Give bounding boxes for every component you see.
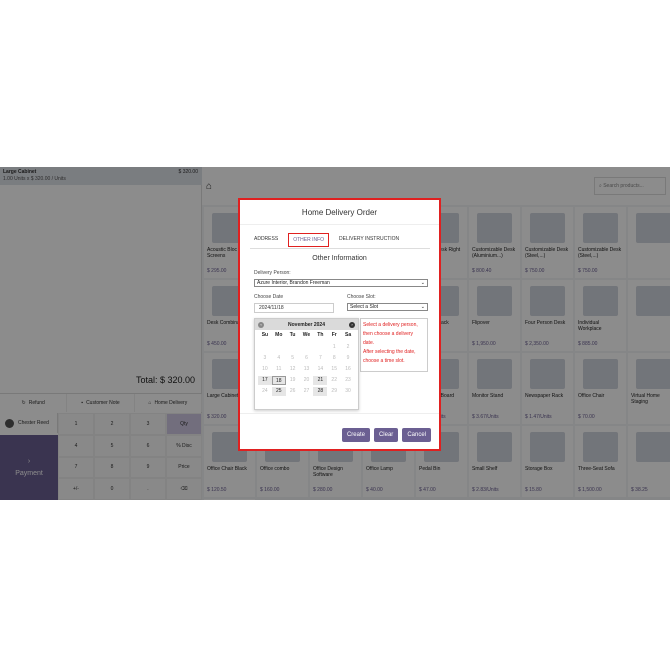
home-delivery-dialog: Home Delivery Order ADDRESS OTHER INFO D… [238,198,441,451]
weekday-label: Sa [345,332,352,338]
calendar-grid: Su Mo Tu We Th Fr Sa 1 2 3 4 5 6 7 8 9 10 11 12 13 14 15 16 17 1… [255,330,358,398]
calendar-day[interactable]: 27 [300,387,314,396]
calendar-day[interactable]: 28 [313,387,328,396]
calendar-day[interactable]: 15 [327,365,341,374]
calendar-day [313,343,327,352]
tab-other-info[interactable]: OTHER INFO [288,233,330,247]
delivery-person-value: Azure Interior, Brandon Freeman [257,280,330,286]
calendar-day[interactable]: 10 [258,365,272,374]
calendar-day[interactable]: 16 [341,365,355,374]
dialog-tabs: ADDRESS OTHER INFO DELIVERY INSTRUCTION [250,233,403,247]
instruction-textarea[interactable]: Select a delivery person, then choose a … [360,318,428,372]
calendar-day[interactable]: 21 [313,376,328,385]
instruction-line: then choose a delivery date. [363,331,414,346]
date-picker: ‹ November 2024 › Su Mo Tu We Th Fr Sa 1 2 3 4 5 6 7 8… [254,318,359,410]
calendar-day[interactable]: 19 [286,376,300,385]
chevron-down-icon: ⌄ [420,280,425,286]
choose-date-label: Choose Date [254,294,284,300]
weekday-label: Fr [331,332,337,338]
instruction-line: After selecting the date, [363,349,416,355]
dialog-buttons: Create Clear Cancel [341,428,431,442]
delivery-person-label: Delivery Person: [254,270,291,276]
calendar-day[interactable]: 4 [272,354,286,363]
calendar-day[interactable]: 2 [341,343,355,352]
calendar-day[interactable]: 7 [313,354,327,363]
calendar-day[interactable]: 9 [341,354,355,363]
calendar-day[interactable]: 24 [258,387,272,396]
slot-select[interactable]: Select a Slot ⌄ [347,303,428,311]
calendar-day[interactable]: 20 [300,376,314,385]
weekday-label: Mo [275,332,283,338]
calendar-day [258,343,272,352]
tab-address[interactable]: ADDRESS [250,233,282,247]
clear-button[interactable]: Clear [373,428,399,442]
tab-delivery-instruction[interactable]: DELIVERY INSTRUCTION [335,233,403,247]
prev-month-icon[interactable]: ‹ [258,321,264,328]
calendar-day[interactable]: 13 [300,365,314,374]
calendar-day[interactable]: 14 [313,365,327,374]
calendar-day[interactable]: 23 [341,376,355,385]
date-input[interactable]: 2024/11/18 [254,303,334,313]
cancel-button[interactable]: Cancel [402,428,431,442]
calendar-day[interactable]: 25 [271,387,286,396]
calendar-day[interactable]: 17 [258,376,272,385]
chevron-down-icon: ⌄ [420,304,425,310]
create-button[interactable]: Create [341,428,370,442]
delivery-person-select[interactable]: Azure Interior, Brandon Freeman ⌄ [254,279,428,287]
calendar-day[interactable]: 1 [327,343,341,352]
calendar-day[interactable]: 22 [327,376,341,385]
calendar-month: November 2024 [288,321,325,328]
calendar-day[interactable]: 3 [258,354,272,363]
calendar-day[interactable]: 6 [300,354,314,363]
instruction-line: Select a delivery person, [363,322,418,328]
section-title: Other Information [312,255,367,262]
calendar-day [286,343,300,352]
calendar-day [272,343,286,352]
calendar-day[interactable]: 26 [286,387,300,396]
dialog-title: Home Delivery Order [240,200,439,225]
instruction-line: choose a time slot. [363,358,405,364]
calendar-day[interactable]: 8 [327,354,341,363]
weekday-label: Tu [289,332,296,338]
calendar-day[interactable]: 5 [286,354,300,363]
weekday-label: Su [261,332,269,338]
dialog-footer-divider [240,413,439,414]
calendar-day[interactable]: 18 [271,376,286,385]
calendar-day[interactable]: 30 [341,387,355,396]
calendar-day[interactable]: 12 [286,365,300,374]
calendar-day [300,343,314,352]
tab-divider [250,248,430,249]
weekday-label: We [302,332,311,338]
calendar-day[interactable]: 11 [272,365,286,374]
next-month-icon[interactable]: › [349,321,355,328]
weekday-label: Th [317,332,324,338]
calendar-header: ‹ November 2024 › [255,319,358,330]
calendar-day[interactable]: 29 [327,387,341,396]
choose-slot-label: Choose Slot: [347,294,376,300]
slot-value: Select a Slot [350,304,379,310]
